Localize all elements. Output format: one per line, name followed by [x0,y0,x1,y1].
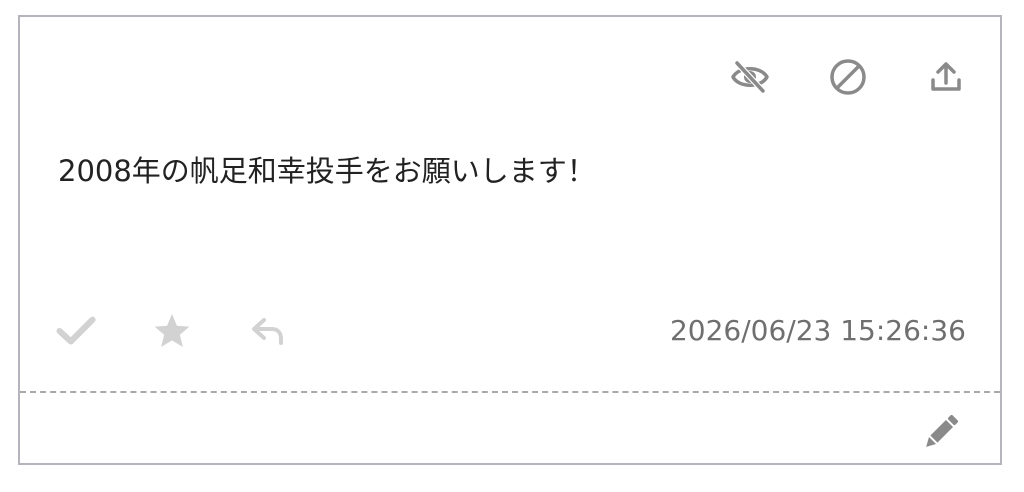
block-button[interactable] [828,57,868,97]
check-icon [56,316,96,345]
star-icon [154,314,190,347]
eye-slash-icon [731,60,769,94]
message-card: 2008年の帆足和幸投手をお願いします！ 2026/06/23 15:26:36 [18,15,1002,465]
reply-icon [252,318,283,345]
pencil-icon [926,414,959,447]
reply-button[interactable] [248,311,288,351]
timestamp: 2026/06/23 15:26:36 [669,314,966,347]
top-action-bar [730,57,966,97]
divider [20,391,1000,393]
approve-button[interactable] [56,311,96,351]
share-button[interactable] [926,57,966,97]
ban-icon [830,59,866,95]
bottom-action-bar [56,309,288,353]
hide-button[interactable] [730,57,770,97]
edit-button[interactable] [916,407,966,457]
upload-icon [931,62,961,91]
favorite-button[interactable] [152,311,192,351]
message-text: 2008年の帆足和幸投手をお願いします！ [58,154,596,188]
